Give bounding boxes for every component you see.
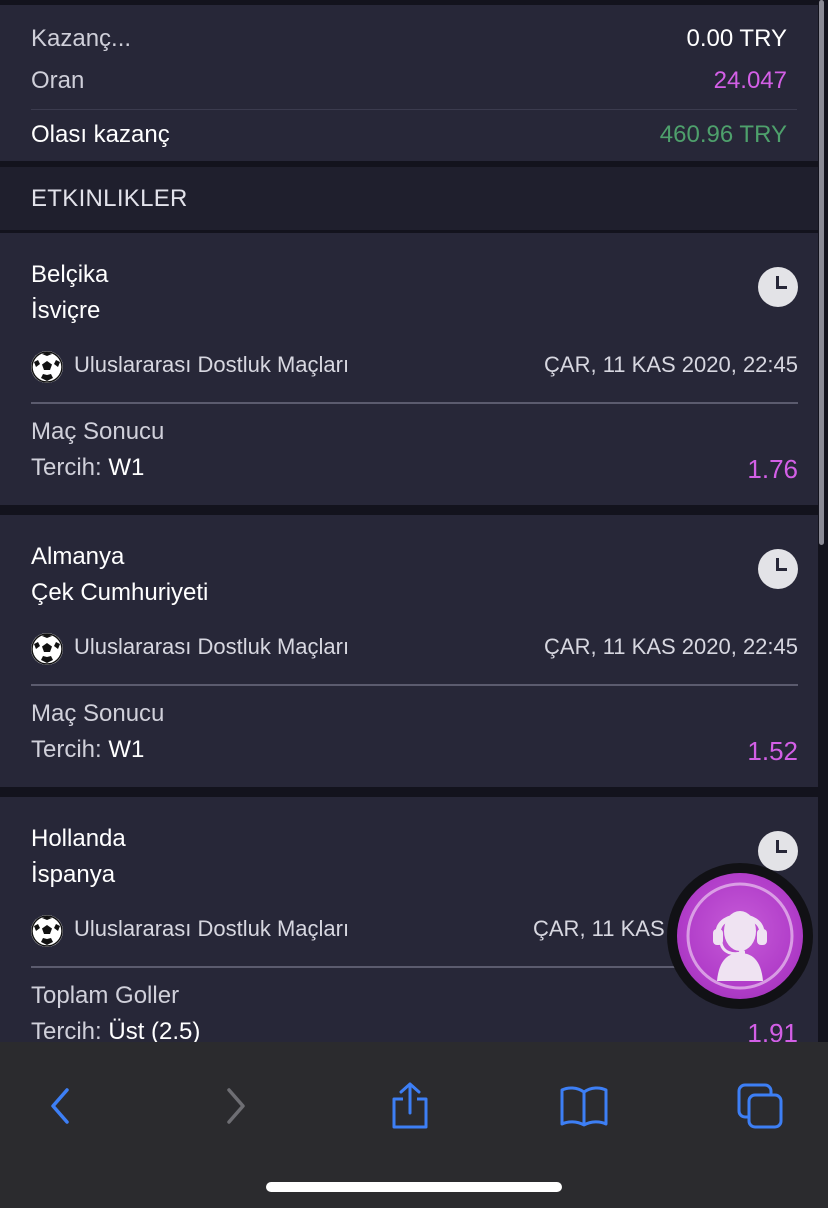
forward-icon[interactable] — [205, 1076, 265, 1136]
home-team: Belçika — [31, 261, 109, 288]
live-support-button[interactable] — [667, 863, 813, 1009]
pick-odd: 1.52 — [747, 736, 798, 766]
stake-value: 0.00 TRY — [686, 25, 787, 52]
events-section-title: ETKINLIKLER — [31, 184, 188, 212]
pick-label: Tercih: — [31, 454, 102, 481]
summary-divider — [31, 109, 797, 110]
event-card[interactable]: Almanya Çek Cumhuriyeti Uluslararası Dos… — [0, 515, 818, 787]
event-datetime: ÇAR, 11 KAS 2020, 22:45 — [544, 352, 798, 377]
stake-label: Kazanç... — [31, 25, 132, 52]
football-icon — [31, 351, 63, 383]
scrollbar[interactable] — [819, 0, 824, 545]
event-datetime: ÇAR, 11 KAS — [533, 916, 665, 941]
home-team: Hollanda — [31, 825, 126, 852]
league-name: Uluslararası Dostluk Maçları — [74, 634, 350, 659]
odds-value: 24.047 — [713, 67, 787, 94]
clock-icon — [758, 831, 798, 871]
clock-icon — [758, 549, 798, 589]
football-icon — [31, 915, 63, 947]
away-team: İspanya — [31, 861, 116, 888]
tabs-icon[interactable] — [730, 1076, 790, 1136]
football-icon — [31, 633, 63, 665]
market-name: Maç Sonucu — [31, 418, 165, 445]
back-icon[interactable] — [31, 1076, 91, 1136]
pick-value: W1 — [108, 736, 145, 763]
bet-summary: Kazanç... 0.00 TRY Oran 24.047 Olası kaz… — [0, 5, 818, 161]
market-name: Maç Sonucu — [31, 700, 165, 727]
pick-odd: 1.76 — [747, 454, 798, 484]
clock-icon — [758, 267, 798, 307]
away-team: İsviçre — [31, 297, 101, 324]
card-divider — [31, 402, 798, 404]
away-team: Çek Cumhuriyeti — [31, 579, 209, 606]
card-divider — [31, 684, 798, 686]
home-team: Almanya — [31, 543, 125, 570]
pick-label: Tercih: — [31, 1018, 102, 1045]
league-name: Uluslararası Dostluk Maçları — [74, 916, 350, 941]
pick-label: Tercih: — [31, 736, 102, 763]
pick-row: Tercih: W1 — [31, 736, 144, 764]
home-indicator[interactable] — [266, 1182, 562, 1192]
support-agent-icon — [677, 873, 803, 999]
potential-win-value: 460.96 TRY — [659, 121, 787, 148]
potential-win-row: Olası kazanç 460.96 TRY — [31, 121, 787, 149]
odds-label: Oran — [31, 67, 85, 94]
potential-win-label: Olası kazanç — [31, 121, 170, 148]
league-name: Uluslararası Dostluk Maçları — [74, 352, 350, 377]
odds-row: Oran 24.047 — [31, 67, 787, 95]
pick-row: Tercih: W1 — [31, 454, 144, 482]
share-icon[interactable] — [380, 1076, 440, 1136]
pick-value: Üst (2.5) — [108, 1018, 201, 1045]
stake-row: Kazanç... 0.00 TRY — [31, 25, 787, 53]
event-datetime: ÇAR, 11 KAS 2020, 22:45 — [544, 634, 798, 659]
events-section-header: ETKINLIKLER — [0, 167, 818, 230]
market-name: Toplam Goller — [31, 982, 180, 1009]
pick-value: W1 — [108, 454, 145, 481]
bookmarks-icon[interactable] — [554, 1076, 614, 1136]
event-card[interactable]: Belçika İsviçre Uluslararası Dostluk Maç… — [0, 233, 818, 505]
